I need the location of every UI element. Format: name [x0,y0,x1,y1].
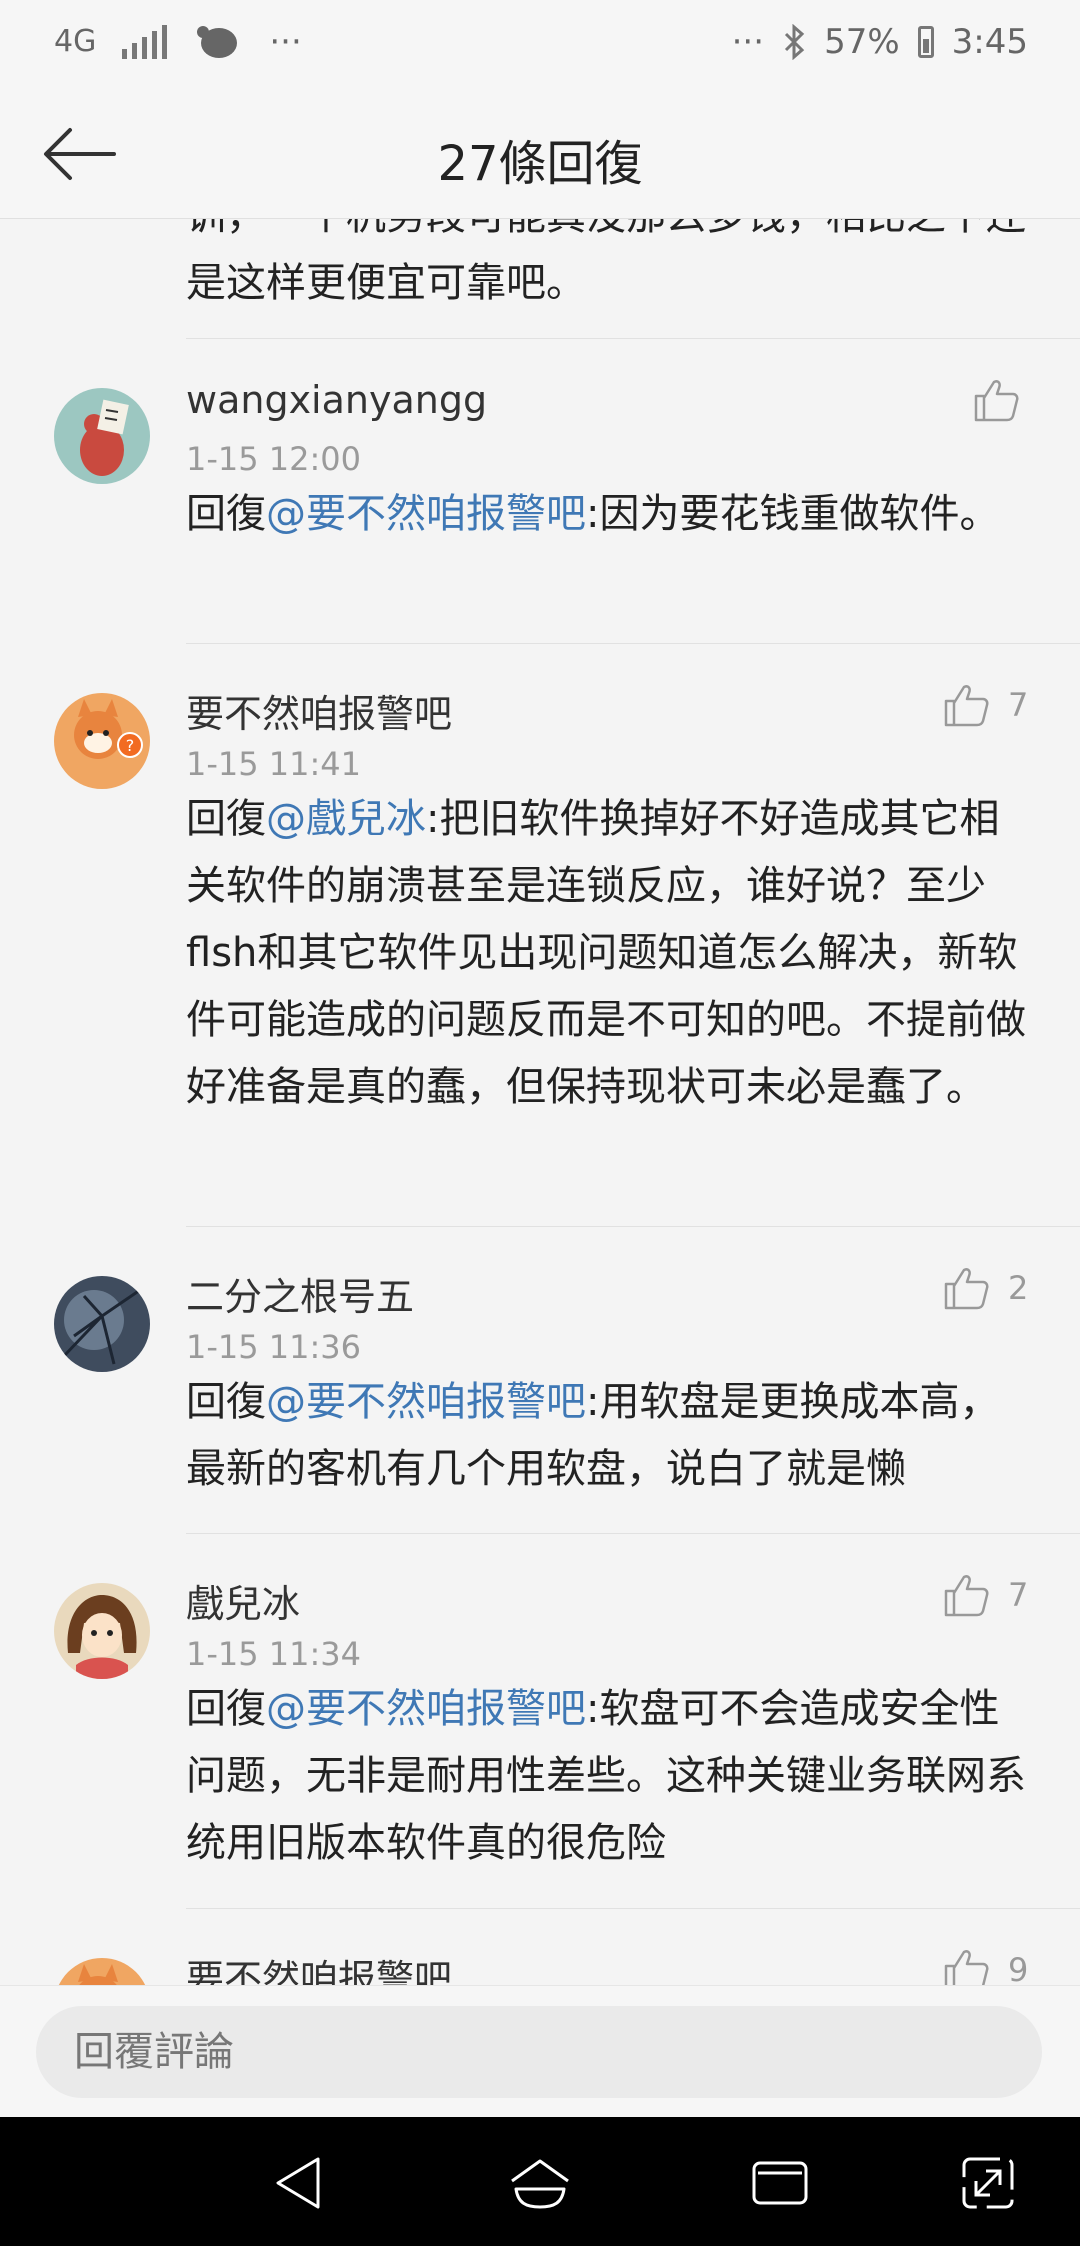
comment-item[interactable]: 二分之根号五 1-15 11:36 2 回復@要不然咱报警吧:用软盘是更换成本高… [0,1226,1080,1533]
comment-body: 回復@要不然咱报警吧:软盘可不会造成安全性问题，无非是耐用性差些。这种关键业务联… [186,1686,1026,1866]
system-nav-bar [0,2117,1080,2246]
mention-link[interactable]: @要不然咱报警吧 [266,1379,586,1425]
app-notification-icon [197,26,238,58]
comment-time: 1-15 11:34 [186,1635,362,1673]
status-bar: 4G ··· ··· 57% 3:45 [0,0,1080,90]
battery-icon [917,26,934,58]
avatar[interactable]: ? [54,693,150,789]
like-button[interactable] [972,376,1038,424]
comment-body: 回復@要不然咱报警吧:用软盘是更换成本高，最新的客机有几个用软盘，说白了就是懒 [186,1379,1000,1492]
battery-percent: 57% [824,22,900,62]
partial-comment-text: 训，一个机务段可能真没那么多钱，相比之下还是这样更便宜可靠吧。 [186,219,1026,306]
more-notifications-icon: ··· [269,22,302,62]
avatar[interactable] [54,388,150,484]
nav-home-icon[interactable] [508,2151,572,2215]
like-count: 7 [1008,1576,1029,1614]
comment-item[interactable]: ? 要不然咱报警吧 1-15 11:41 7 回復@戲兒冰:把旧软件换掉好不好造… [0,643,1080,1110]
thumbs-up-icon [944,1268,989,1310]
mention-link[interactable]: @要不然咱报警吧 [266,1686,586,1732]
thumbs-up-icon [974,380,1019,422]
like-count: 9 [1008,1951,1029,1985]
comment-username[interactable]: 要不然咱报警吧 [186,1948,452,1985]
like-button[interactable]: 7 [942,681,1028,729]
comment-time: 1-15 12:00 [186,440,362,478]
thumbs-up-icon [944,1950,989,1985]
avatar[interactable] [54,1958,150,1985]
more-status-icon: ··· [731,22,765,62]
mention-link[interactable]: @戲兒冰 [266,796,426,842]
top-bar: 27條回復 [0,90,1080,219]
comment-item[interactable]: 戲兒冰 1-15 11:34 7 回復@要不然咱报警吧:软盘可不会造成安全性问题… [0,1533,1080,1908]
comment-username[interactable]: 二分之根号五 [186,1266,414,1321]
nav-recents-icon[interactable] [748,2151,812,2215]
avatar[interactable] [54,1276,150,1372]
thumbs-up-icon [944,1575,989,1617]
like-button[interactable]: 9 [942,1946,1028,1985]
comment-username[interactable]: 戲兒冰 [186,1573,300,1628]
like-count: 7 [1008,686,1029,724]
nav-expand-icon[interactable] [956,2151,1020,2215]
bluetooth-icon [785,24,805,60]
nav-back-icon[interactable] [268,2151,332,2215]
reply-bar: 回覆評論 [0,1985,1080,2118]
reply-input[interactable]: 回覆評論 [36,2006,1042,2098]
page-title: 27條回復 [437,136,643,192]
comment-body: 回復@戲兒冰:把旧软件换掉好不好造成其它相关软件的崩溃甚至是连锁反应，谁好说？至… [186,796,1026,1110]
comment-body: 回復@要不然咱报警吧:因为要花钱重做软件。 [186,491,1000,537]
comment-list[interactable]: 训，一个机务段可能真没那么多钱，相比之下还是这样更便宜可靠吧。 wangxian… [0,219,1080,1985]
comment-time: 1-15 11:41 [186,745,362,783]
like-button[interactable]: 7 [942,1571,1028,1619]
signal-icon [122,25,168,59]
like-count: 2 [1008,1269,1029,1307]
clock: 3:45 [951,22,1028,62]
comment-item[interactable]: wangxianyangg 1-15 12:00 回復@要不然咱报警吧:因为要花… [0,338,1080,643]
comment-username[interactable]: wangxianyangg [186,378,487,422]
like-button[interactable]: 2 [942,1264,1028,1312]
comment-item[interactable]: 要不然咱报警吧 9 [0,1908,1080,1985]
network-type-icon: 4G [54,24,97,59]
svg-text:?: ? [126,736,135,755]
comment-username[interactable]: 要不然咱报警吧 [186,683,452,738]
mention-link[interactable]: @要不然咱报警吧 [266,491,586,537]
comment-time: 1-15 11:36 [186,1328,362,1366]
avatar[interactable] [54,1583,150,1679]
thumbs-up-icon [944,685,989,727]
